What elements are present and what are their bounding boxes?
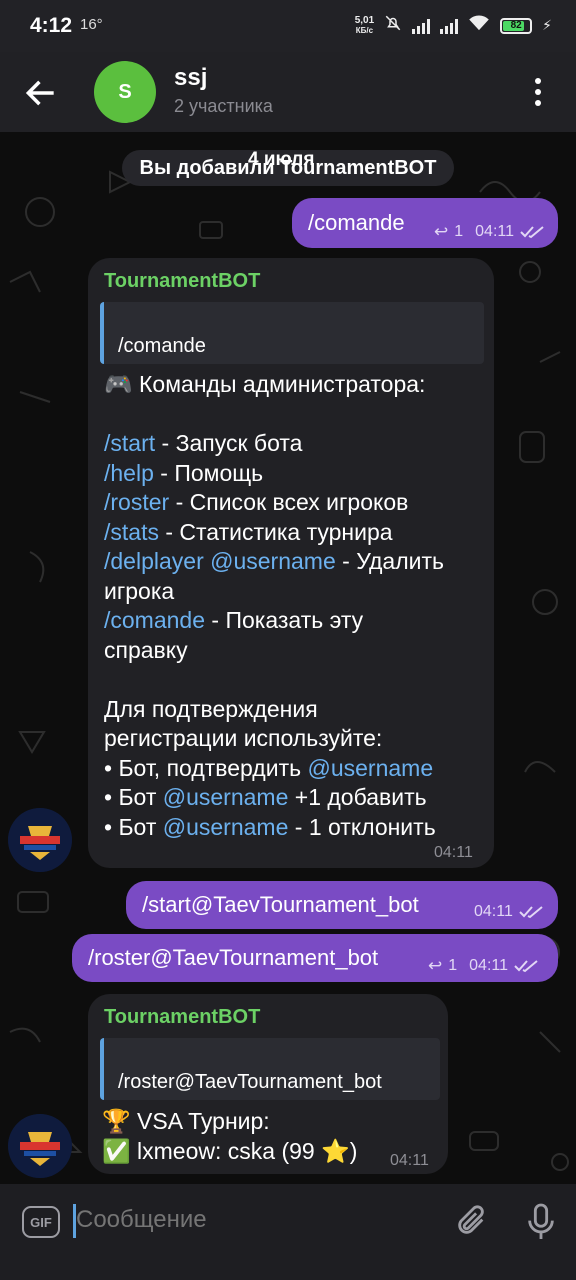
network-speed: 5,01 КБ/с [354,14,375,35]
reply-quote[interactable]: /comande [100,302,484,364]
date-header: 4 июля [248,149,315,170]
status-time: 4:12 [30,14,73,37]
paperclip-icon [458,1205,484,1234]
message-meta: ↩ 1 04:11 [434,222,546,242]
message-text: /comande [308,210,405,235]
status-temperature: 16° [80,16,103,33]
message-time: 04:11 [434,844,473,861]
message-text: /roster@TaevTournament_bot [88,945,379,970]
message-list[interactable]: Вы добавили TournamentBOT 4 июля /comand… [0,132,576,1184]
command-link[interactable]: /delplayer @username [104,548,336,574]
message-time: 04:11 [390,1152,429,1169]
member-count: 2 участника [174,96,273,116]
wifi-icon [468,15,490,36]
gif-button[interactable]: GIF [22,1206,60,1238]
sender-name[interactable]: TournamentBOT [104,1006,260,1029]
command-link[interactable]: /help [104,460,154,486]
reply-icon: ↩ [434,222,449,241]
message-input-bar: GIF [0,1184,576,1280]
mention-link[interactable]: @username [163,814,289,840]
message-text: ✅ lxmeow: cska (99 ⭐) [102,1138,358,1164]
message-meta: ↩ 1 04:11 [428,956,540,976]
battery-icon: 82 [500,17,533,34]
double-check-icon [514,960,538,973]
back-button[interactable] [22,74,60,112]
incoming-message[interactable]: TournamentBOT /roster@TaevTournament_bot… [88,994,448,1174]
command-link[interactable]: /stats [104,519,159,545]
command-link[interactable]: /start [104,430,155,456]
signal-icon-2 [440,18,459,34]
command-link[interactable]: /comande [104,607,205,633]
double-check-icon [519,906,543,919]
chat-title[interactable]: ssj [174,64,207,92]
tournament-logo-icon [8,808,72,872]
message-meta: 04:11 [474,903,545,921]
mention-link[interactable]: @username [163,784,289,810]
message-text: 🏆 VSA Турнир: [102,1108,270,1134]
double-check-icon [520,226,544,239]
back-arrow-icon [25,80,54,106]
mute-bell-icon [384,14,402,37]
tournament-logo-icon [8,1114,72,1178]
charging-icon: ⚡ [542,17,552,33]
outgoing-message[interactable]: /comande ↩ 1 04:11 [292,198,558,248]
message-input[interactable] [76,1206,436,1234]
bot-avatar[interactable] [8,1114,72,1178]
chat-header: S ssj 2 участника [0,52,576,132]
microphone-icon [528,1203,554,1239]
signal-icon [412,18,431,34]
command-link[interactable]: /roster [104,489,169,515]
voice-record-button[interactable] [524,1202,558,1242]
incoming-message[interactable]: TournamentBOT /comande 🎮 Команды админис… [88,258,494,868]
reply-icon: ↩ [428,956,443,975]
message-text: /start@TaevTournament_bot [142,892,419,917]
status-bar: 4:12 16° 5,01 КБ/с 82 ⚡ [0,0,576,52]
message-body: 🎮 Команды администратора: /start - Запус… [104,371,445,840]
bot-avatar[interactable] [8,808,72,872]
more-menu-button[interactable] [522,76,554,108]
outgoing-message[interactable]: /start@TaevTournament_bot 04:11 [126,881,558,929]
outgoing-message[interactable]: /roster@TaevTournament_bot ↩ 1 04:11 [72,934,558,982]
attach-button[interactable] [454,1204,488,1238]
reply-quote[interactable]: /roster@TaevTournament_bot [100,1038,440,1100]
group-avatar[interactable]: S [94,61,156,123]
mention-link[interactable]: @username [307,755,433,781]
sender-name[interactable]: TournamentBOT [104,270,260,293]
